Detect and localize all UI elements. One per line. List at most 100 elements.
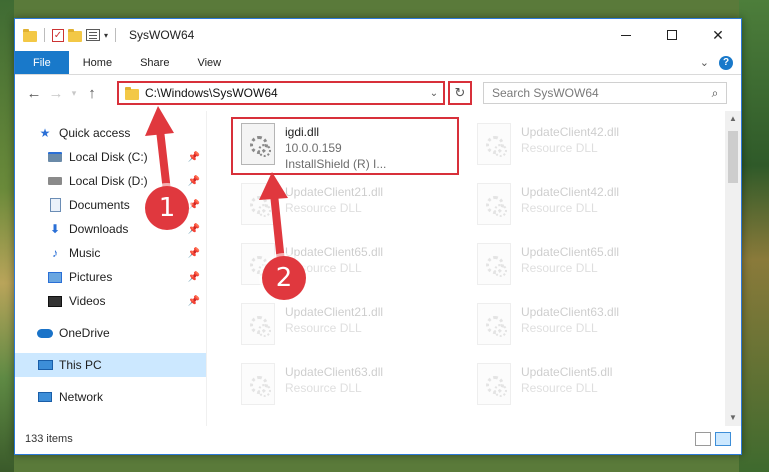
pin-icon[interactable]: 📌 <box>188 272 200 283</box>
sidebar-item-quick-access[interactable]: ★ Quick access <box>15 121 206 145</box>
file-item[interactable]: UpdateClient42.dll Resource DLL <box>469 119 689 175</box>
dll-file-icon <box>477 183 511 225</box>
pin-icon[interactable]: 📌 <box>188 248 200 259</box>
sidebar-item-local-disk-c[interactable]: Local Disk (C:) 📌 <box>15 145 206 169</box>
maximize-icon <box>667 30 677 40</box>
ribbon-tabs: File Home Share View ⌄ ? <box>15 51 741 75</box>
search-icon[interactable]: ⌕ <box>704 86 726 101</box>
dll-file-icon <box>477 243 511 285</box>
maximize-button[interactable] <box>649 19 695 51</box>
file-item[interactable]: UpdateClient63.dll Resource DLL <box>233 359 453 415</box>
new-folder-icon[interactable] <box>68 28 82 42</box>
sidebar-item-label: OneDrive <box>59 326 110 340</box>
sidebar-item-label: Local Disk (C:) <box>69 150 148 164</box>
pin-icon[interactable]: 📌 <box>188 152 200 163</box>
refresh-button[interactable]: ↻ <box>448 81 472 105</box>
body-area: ★ Quick access Local Disk (C:) 📌 Local D… <box>15 111 741 426</box>
dll-file-icon <box>477 363 511 405</box>
forward-arrow-icon[interactable]: → <box>45 85 67 102</box>
file-type: Resource DLL <box>521 321 598 335</box>
minimize-button[interactable] <box>603 19 649 51</box>
star-icon: ★ <box>39 126 51 140</box>
dll-file-icon <box>241 363 275 405</box>
tab-file[interactable]: File <box>15 51 69 74</box>
pin-icon[interactable]: 📌 <box>188 224 200 235</box>
sidebar-item-music[interactable]: ♪ Music 📌 <box>15 241 206 265</box>
help-icon[interactable]: ? <box>719 56 733 70</box>
sidebar-item-videos[interactable]: Videos 📌 <box>15 289 206 313</box>
file-name: UpdateClient21.dll <box>285 305 384 319</box>
back-arrow-icon[interactable]: ← <box>23 85 45 102</box>
toolbar-divider <box>115 28 117 42</box>
details-view-icon[interactable] <box>695 432 711 446</box>
sidebar-item-this-pc[interactable]: This PC <box>15 353 206 377</box>
disk-icon <box>47 150 63 164</box>
callout-two-badge: 2 <box>262 256 306 300</box>
documents-icon <box>47 198 63 212</box>
file-type: Resource DLL <box>521 141 598 155</box>
tab-view[interactable]: View <box>183 51 235 74</box>
file-type: Resource DLL <box>285 201 362 215</box>
up-arrow-icon[interactable]: ↑ <box>81 85 103 102</box>
address-history-chevron-icon[interactable]: ⌄ <box>425 88 443 99</box>
recent-locations-chevron-icon[interactable]: ▾ <box>67 88 81 99</box>
window-controls: ✕ <box>603 19 741 51</box>
address-path[interactable]: C:\Windows\SysWOW64 <box>145 86 425 100</box>
scroll-up-icon[interactable]: ▲ <box>725 111 741 127</box>
customize-toolbar-chevron-icon[interactable]: ▾ <box>104 31 108 40</box>
folder-icon <box>23 28 37 42</box>
pin-icon[interactable]: 📌 <box>188 176 200 187</box>
file-type: Resource DLL <box>285 321 362 335</box>
file-name: UpdateClient65.dll <box>285 245 384 259</box>
expand-ribbon-chevron-icon[interactable]: ⌄ <box>700 56 709 70</box>
sidebar-item-label: Network <box>59 390 104 404</box>
vertical-scrollbar[interactable]: ▲ ▼ <box>725 111 741 426</box>
pin-icon[interactable]: 📌 <box>188 296 200 307</box>
sidebar-item-label: Downloads <box>69 222 129 236</box>
search-box[interactable]: ⌕ <box>483 82 727 104</box>
sidebar-item-label: Pictures <box>69 270 113 284</box>
view-properties-icon[interactable] <box>86 29 100 41</box>
disk-icon <box>47 174 63 188</box>
sidebar-item-onedrive[interactable]: OneDrive <box>15 321 206 345</box>
sidebar-item-pictures[interactable]: Pictures 📌 <box>15 265 206 289</box>
file-item[interactable]: UpdateClient42.dll Resource DLL <box>469 179 689 235</box>
navigation-pane: ★ Quick access Local Disk (C:) 📌 Local D… <box>15 111 207 426</box>
dll-file-icon <box>477 303 511 345</box>
videos-icon <box>47 294 63 308</box>
scrollbar-thumb[interactable] <box>728 131 738 183</box>
sidebar-item-label: Videos <box>69 294 106 308</box>
sidebar-item-label: Local Disk (D:) <box>69 174 148 188</box>
file-item[interactable]: UpdateClient21.dll Resource DLL <box>233 179 453 235</box>
file-item[interactable]: UpdateClient5.dll Resource DLL <box>469 359 689 415</box>
file-type: Resource DLL <box>521 201 598 215</box>
refresh-icon: ↻ <box>454 85 466 100</box>
file-item[interactable]: UpdateClient65.dll Resource DLL <box>469 239 689 295</box>
sidebar-item-network[interactable]: Network <box>15 385 206 409</box>
desktop-background-left <box>0 0 14 472</box>
file-name: UpdateClient42.dll <box>521 125 620 139</box>
search-input[interactable] <box>492 86 704 100</box>
item-count: 133 items <box>25 433 73 445</box>
file-name: UpdateClient63.dll <box>285 365 384 379</box>
pin-icon[interactable]: 📌 <box>188 200 200 211</box>
file-name: UpdateClient21.dll <box>285 185 384 199</box>
file-name: UpdateClient65.dll <box>521 245 620 259</box>
address-bar[interactable]: C:\Windows\SysWOW64 ⌄ <box>117 81 445 105</box>
status-bar: 133 items <box>15 424 741 454</box>
file-name: UpdateClient63.dll <box>521 305 620 319</box>
tab-home[interactable]: Home <box>69 51 126 74</box>
title-bar: ✓ ▾ SysWOW64 ✕ <box>15 19 741 51</box>
tab-share[interactable]: Share <box>126 51 183 74</box>
file-item[interactable]: UpdateClient21.dll Resource DLL <box>233 299 453 355</box>
properties-check-icon[interactable]: ✓ <box>52 28 64 42</box>
close-button[interactable]: ✕ <box>695 19 741 51</box>
sidebar-item-label: This PC <box>59 358 102 372</box>
tiles-view-icon[interactable] <box>715 432 731 446</box>
file-item[interactable]: UpdateClient63.dll Resource DLL <box>469 299 689 355</box>
close-icon: ✕ <box>712 26 724 43</box>
toolbar-divider <box>44 28 45 42</box>
file-type: Resource DLL <box>521 261 598 275</box>
